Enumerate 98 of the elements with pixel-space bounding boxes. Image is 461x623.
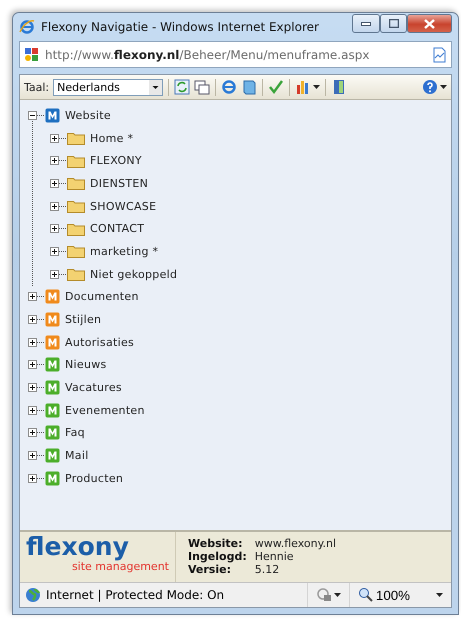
plus-icon: [51, 157, 58, 164]
browser-button[interactable]: [221, 79, 238, 95]
folder-icon: [67, 154, 85, 168]
windows-button[interactable]: [194, 79, 210, 95]
expand-button[interactable]: [50, 134, 59, 143]
tree-item[interactable]: marketing *: [90, 244, 158, 258]
window-title: Flexony Navigatie - Windows Internet Explorer: [41, 20, 320, 34]
collapse-button[interactable]: [28, 110, 37, 120]
address-field[interactable]: http://www.flexony.nl/Beheer/Menu/menuframe.aspx: [19, 41, 452, 68]
expand-button[interactable]: [50, 178, 59, 188]
refresh-icon: [174, 79, 190, 95]
tree-item[interactable]: SHOWCASE: [90, 200, 156, 213]
windows-icon: [194, 79, 210, 95]
plus-icon: [29, 429, 36, 436]
expand-button[interactable]: [28, 383, 37, 392]
tree-item[interactable]: CONTACT: [90, 222, 144, 236]
tree-item[interactable]: Documenten: [65, 290, 139, 304]
expand-button[interactable]: [28, 360, 37, 370]
caret-icon: [440, 85, 447, 89]
folder-icon: [67, 176, 85, 190]
plus-icon: [29, 384, 36, 392]
info-value: 5.12: [254, 563, 280, 576]
security-button[interactable]: [316, 587, 341, 603]
minimize-icon: [361, 22, 371, 26]
info-label: Ingelogd:: [188, 550, 247, 563]
browser-logo-icon: [19, 19, 35, 35]
expand-button[interactable]: [28, 428, 37, 438]
tree-item[interactable]: FLEXONY: [90, 154, 142, 168]
maximize-icon: [388, 19, 398, 28]
plus-icon: [51, 248, 58, 255]
plus-icon: [29, 474, 36, 482]
folder-icon: [67, 244, 85, 258]
tree-item[interactable]: Evenementen: [65, 404, 145, 417]
page-icon: [431, 46, 447, 62]
caret-icon: [313, 85, 320, 89]
info-label: Website:: [188, 537, 244, 550]
help-button[interactable]: [422, 79, 447, 95]
zoom-button[interactable]: 100%: [358, 587, 410, 603]
expand-button[interactable]: [28, 315, 37, 324]
plus-icon: [29, 361, 36, 368]
check-button[interactable]: [268, 79, 284, 95]
language-label: Taal:: [24, 80, 50, 94]
caret-icon: [436, 593, 443, 597]
info-value: Hennie: [254, 550, 295, 563]
chart-button[interactable]: [295, 79, 320, 95]
tree-item[interactable]: Niet gekoppeld: [90, 268, 178, 281]
info-label: Versie:: [188, 563, 232, 576]
expand-button[interactable]: [50, 202, 59, 211]
expand-button[interactable]: [28, 292, 37, 302]
tree-item[interactable]: Mail: [65, 449, 89, 462]
tree-item[interactable]: Faq: [65, 426, 85, 440]
plus-icon: [29, 406, 36, 414]
folder-icon: [67, 131, 85, 146]
tree-item[interactable]: Stijlen: [65, 313, 102, 326]
tree-item[interactable]: Autorisaties: [65, 336, 134, 349]
zoom-icon: [358, 587, 374, 603]
plus-icon: [29, 338, 36, 346]
folder-icon: [67, 267, 85, 282]
close-button[interactable]: [407, 14, 452, 33]
maximize-button[interactable]: [380, 14, 407, 33]
refresh-button[interactable]: [174, 79, 190, 95]
site-logo-icon: [24, 46, 40, 62]
tree-item[interactable]: Nieuws: [65, 358, 107, 372]
browser-logo-icon: [221, 79, 238, 95]
plus-icon: [51, 270, 58, 278]
plus-icon: [29, 452, 36, 460]
caret-icon: [334, 593, 341, 597]
security-zone-text: Internet | Protected Mode: On: [46, 588, 226, 602]
plus-icon: [51, 134, 58, 142]
plus-icon: [29, 293, 36, 300]
logo-text: flexony: [26, 534, 130, 560]
expand-button[interactable]: [28, 406, 37, 415]
close-icon: [424, 18, 435, 28]
plus-icon: [51, 202, 58, 210]
globe-icon: [25, 587, 41, 603]
expand-button[interactable]: [50, 156, 59, 166]
check-icon: [268, 79, 284, 95]
logo-tagline: site management: [72, 560, 169, 573]
expand-button[interactable]: [28, 338, 37, 347]
tree-item[interactable]: Home *: [90, 132, 134, 145]
folder-icon: [67, 199, 85, 214]
folder-icon: [67, 222, 85, 236]
minimize-button[interactable]: [352, 14, 380, 33]
plus-icon: [51, 225, 58, 232]
info-value: www.flexony.nl: [254, 537, 336, 550]
plus-icon: [29, 316, 36, 324]
tree-item[interactable]: DIENSTEN: [90, 176, 148, 190]
tree-item[interactable]: Vacatures: [65, 381, 122, 394]
tree-item[interactable]: Producten: [65, 472, 124, 485]
expand-button[interactable]: [50, 270, 59, 279]
help-icon: [422, 79, 438, 95]
tree-item[interactable]: Website: [65, 108, 111, 122]
expand-button[interactable]: [50, 224, 59, 234]
plus-icon: [51, 180, 58, 187]
expand-button[interactable]: [50, 246, 59, 256]
language-dropdown[interactable]: Nederlands: [53, 78, 164, 96]
expand-button[interactable]: [28, 451, 37, 460]
expand-button[interactable]: [28, 474, 37, 483]
